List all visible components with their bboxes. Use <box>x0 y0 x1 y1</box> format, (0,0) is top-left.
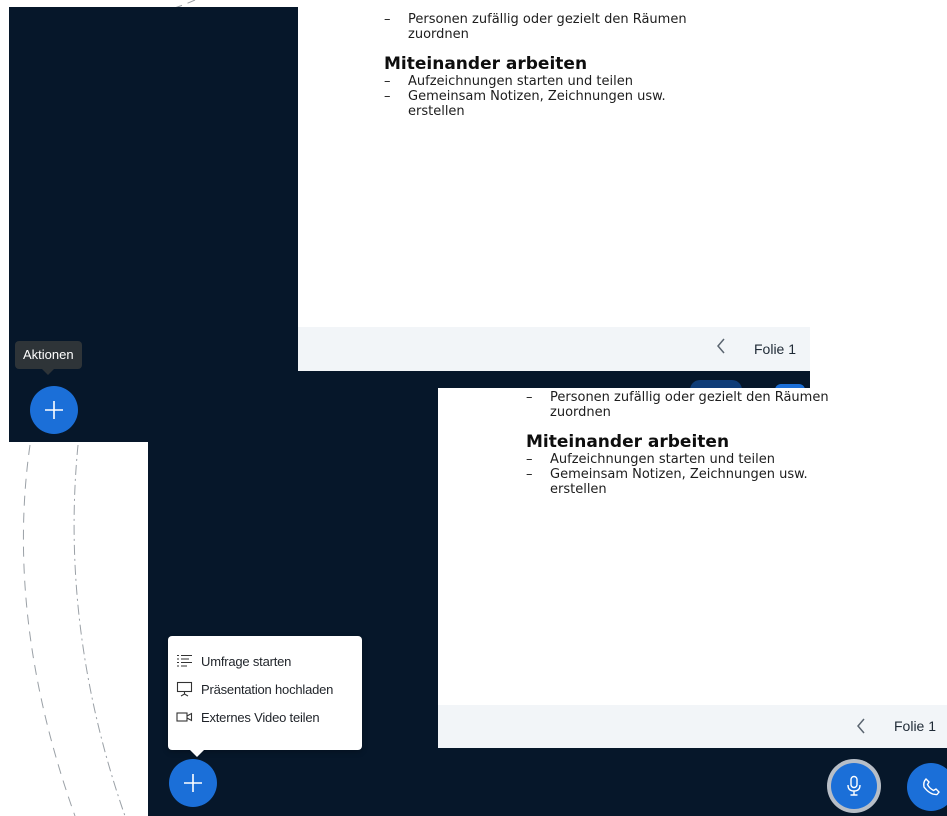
chevron-left-icon <box>857 718 865 734</box>
slide-number-label[interactable]: Folie 1 <box>754 341 796 357</box>
slide-heading: Miteinander arbeiten <box>384 54 588 74</box>
microphone-button[interactable] <box>827 759 881 813</box>
slide-bullet: – Personen zufällig oder gezielt den Räu… <box>384 12 687 42</box>
plus-icon <box>184 774 202 792</box>
slide-number-label[interactable]: Folie 1 <box>894 718 936 734</box>
phone-button[interactable] <box>907 763 947 811</box>
actions-button-upper[interactable] <box>30 386 78 434</box>
upper-slide-footer: Folie 1 <box>298 327 810 371</box>
actions-menu: Umfrage starten Präsentation hochladen E… <box>168 636 362 757</box>
menu-item-upload-presentation[interactable]: Präsentation hochladen <box>168 675 362 703</box>
prev-slide-button[interactable] <box>716 337 726 361</box>
microphone-icon <box>847 775 861 796</box>
chevron-left-icon <box>717 338 725 354</box>
plus-icon <box>45 401 63 419</box>
slide-bullet: – Gemeinsam Notizen, Zeichnungen usw. er… <box>526 467 808 497</box>
actions-tooltip: Aktionen <box>15 341 82 375</box>
lower-slide: – Personen zufällig oder gezielt den Räu… <box>438 388 947 705</box>
upper-slide: – Personen zufällig oder gezielt den Räu… <box>298 0 810 327</box>
prev-slide-button[interactable] <box>856 717 866 738</box>
presentation-icon <box>176 681 193 697</box>
slide-bullet: – Aufzeichnungen starten und teilen <box>384 74 633 89</box>
actions-button-lower[interactable] <box>169 759 217 807</box>
video-icon <box>176 712 193 722</box>
slide-bullet: – Gemeinsam Notizen, Zeichnungen usw. er… <box>384 89 666 119</box>
phone-icon <box>923 778 940 796</box>
slide-bullet: – Aufzeichnungen starten und teilen <box>526 452 775 467</box>
slide-heading: Miteinander arbeiten <box>526 432 730 452</box>
poll-icon <box>177 654 192 667</box>
menu-item-share-external-video[interactable]: Externes Video teilen <box>168 703 362 731</box>
menu-item-start-poll[interactable]: Umfrage starten <box>168 647 362 675</box>
lower-slide-footer: Folie 1 <box>438 705 947 748</box>
slide-bullet: – Personen zufällig oder gezielt den Räu… <box>526 390 829 420</box>
